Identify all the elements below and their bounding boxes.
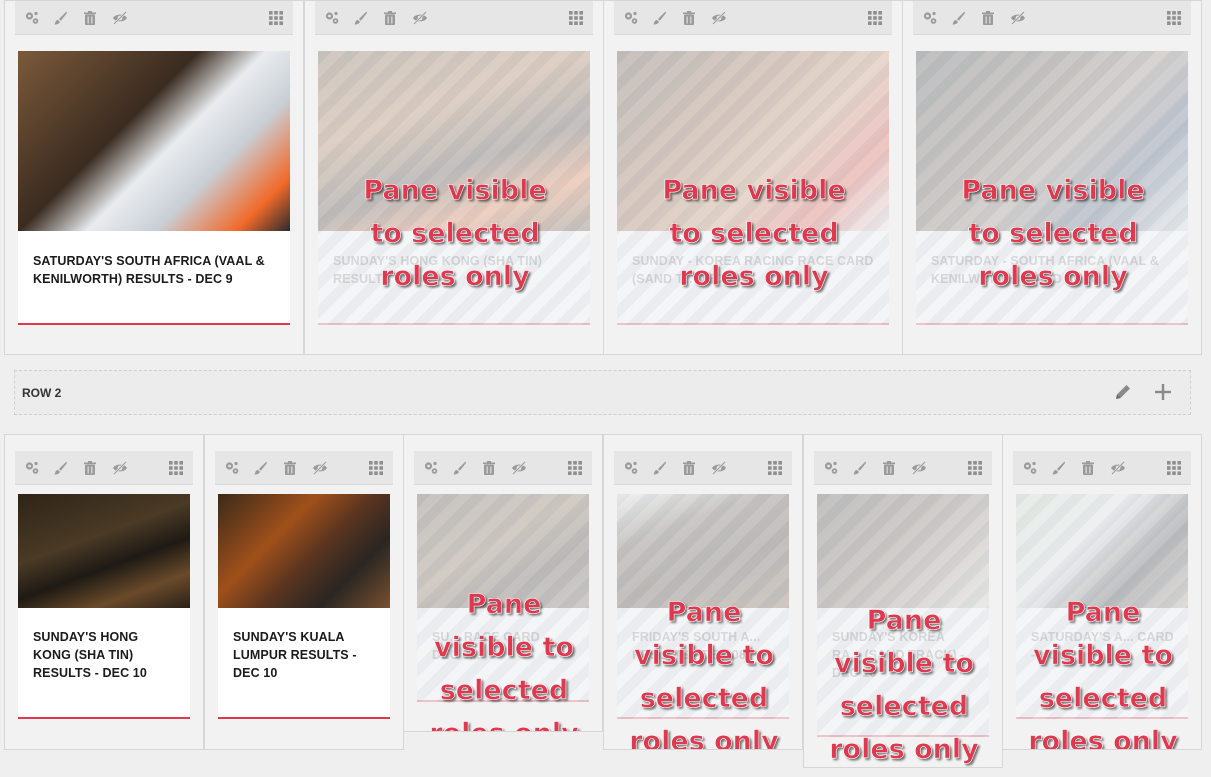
- trash-icon[interactable]: [379, 7, 401, 29]
- restricted-notice-clip: Pane visible to selected roles only: [404, 435, 602, 731]
- restricted-notice: Pane visible to selected roles only: [829, 605, 979, 766]
- pane-column: FRIDAY'S SOUTH A... RESULTS - DEC 08 Pan…: [603, 434, 803, 750]
- visibility-icon[interactable]: [109, 457, 131, 479]
- news-card[interactable]: SATURDAY'S SOUTH AFRICA (VAAL & KENILWOR…: [18, 51, 290, 325]
- card-accent-bar: [916, 323, 1188, 325]
- trash-icon[interactable]: [79, 7, 101, 29]
- drag-grid-icon[interactable]: [265, 7, 287, 29]
- drag-grid-icon[interactable]: [864, 7, 886, 29]
- trash-icon[interactable]: [79, 457, 101, 479]
- visibility-icon[interactable]: [1007, 7, 1029, 29]
- trash-icon[interactable]: [279, 457, 301, 479]
- pane-toolbar: [315, 1, 593, 35]
- news-card[interactable]: SUNDAY'S KUALA LUMPUR RESULTS - DEC 10: [218, 494, 390, 719]
- brush-icon[interactable]: [49, 457, 71, 479]
- restricted-notice: Pane visible to selected roles only: [429, 589, 579, 731]
- settings-icon[interactable]: [620, 7, 642, 29]
- trash-icon[interactable]: [678, 7, 700, 29]
- restricted-notice-clip: Pane visible to selected roles only: [804, 435, 1002, 767]
- card-accent-bar: [617, 323, 889, 325]
- drag-grid-icon[interactable]: [565, 7, 587, 29]
- plus-icon[interactable]: [1153, 382, 1173, 407]
- brush-icon[interactable]: [947, 7, 969, 29]
- pane-column: SU... RACE CARD - DEC 0... Pane visible …: [403, 434, 603, 732]
- row-header: ROW 2: [14, 370, 1191, 415]
- restricted-notice: Pane visible to selected roles only: [961, 175, 1145, 293]
- restricted-notice: Pane visible to selected roles only: [363, 175, 547, 293]
- visibility-icon[interactable]: [109, 7, 131, 29]
- restricted-notice-clip: Pane visible to selected roles only: [1003, 435, 1201, 749]
- pane-column: SATURDAY - SOUTH AFRICA (VAAL & KENILWOR…: [902, 0, 1202, 355]
- pane-toolbar: [15, 451, 193, 485]
- visibility-icon[interactable]: [409, 7, 431, 29]
- card-accent-bar: [18, 717, 190, 719]
- drag-grid-icon[interactable]: [165, 457, 187, 479]
- pane-toolbar: [15, 1, 293, 35]
- pane-toolbar: [913, 1, 1191, 35]
- settings-icon[interactable]: [919, 7, 941, 29]
- brush-icon[interactable]: [349, 7, 371, 29]
- pane-column: SUNDAY'S HONG KONG (SHA TIN) RESULTS - D…: [4, 434, 204, 750]
- pane-column: SUNDAY - KOREA RACING RACE CARD (SAND T.…: [603, 0, 903, 355]
- card-title: SUNDAY'S KUALA LUMPUR RESULTS - DEC 10: [233, 630, 357, 680]
- drag-grid-icon[interactable]: [365, 457, 387, 479]
- card-image: [218, 494, 390, 608]
- card-title: SUNDAY'S HONG KONG (SHA TIN) RESULTS - D…: [33, 630, 147, 680]
- trash-icon[interactable]: [977, 7, 999, 29]
- brush-icon[interactable]: [249, 457, 271, 479]
- restricted-notice: Pane visible to selected roles only: [662, 175, 846, 293]
- pane-toolbar: [215, 451, 393, 485]
- pane-column: SATURDAY'S A... CARD - NOV 25 Pane visib…: [1002, 434, 1202, 750]
- row-label: ROW 2: [22, 386, 62, 400]
- visibility-icon[interactable]: [708, 7, 730, 29]
- settings-icon[interactable]: [221, 457, 243, 479]
- pencil-icon[interactable]: [1113, 382, 1133, 407]
- drag-grid-icon[interactable]: [1163, 7, 1185, 29]
- card-accent-bar: [18, 323, 290, 325]
- pane-column: SUNDAY'S KUALA LUMPUR RESULTS - DEC 10: [204, 434, 404, 750]
- brush-icon[interactable]: [648, 7, 670, 29]
- card-accent-bar: [218, 717, 390, 719]
- settings-icon[interactable]: [321, 7, 343, 29]
- restricted-notice: Pane visible to selected roles only: [1028, 597, 1178, 749]
- pane-toolbar: [614, 1, 892, 35]
- news-card[interactable]: SUNDAY'S HONG KONG (SHA TIN) RESULTS - D…: [18, 494, 190, 719]
- card-accent-bar: [318, 323, 590, 325]
- settings-icon[interactable]: [21, 457, 43, 479]
- card-image: [18, 51, 290, 231]
- pane-column: SUNDAY'S HONG KONG (SHA TIN) RESULTS - D…: [304, 0, 604, 355]
- visibility-icon[interactable]: [309, 457, 331, 479]
- pane-column: SUNDAY'S KOREA RA... (SAND TRACK) - DEC …: [803, 434, 1003, 768]
- brush-icon[interactable]: [49, 7, 71, 29]
- card-image: [18, 494, 190, 608]
- restricted-notice: Pane visible to selected roles only: [629, 597, 779, 749]
- card-title: SATURDAY'S SOUTH AFRICA (VAAL & KENILWOR…: [33, 254, 265, 286]
- pane-column: SATURDAY'S SOUTH AFRICA (VAAL & KENILWOR…: [4, 0, 304, 355]
- settings-icon[interactable]: [21, 7, 43, 29]
- restricted-notice-clip: Pane visible to selected roles only: [604, 435, 802, 749]
